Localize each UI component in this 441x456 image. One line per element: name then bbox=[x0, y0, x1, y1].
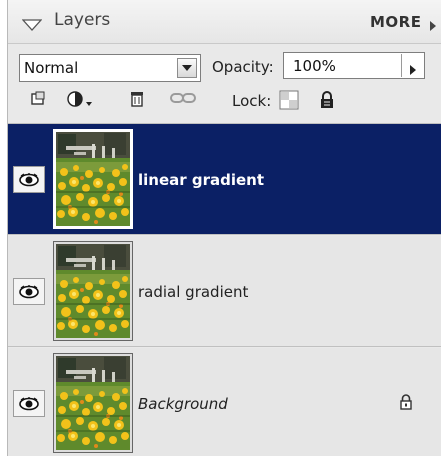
visibility-eye-icon[interactable] bbox=[13, 278, 45, 305]
layer-thumbnail bbox=[53, 241, 133, 341]
opacity-slider-arrow-icon[interactable] bbox=[409, 61, 417, 80]
opacity-label: Opacity: bbox=[212, 58, 274, 76]
adjustment-layer-icon[interactable] bbox=[66, 90, 94, 112]
new-layer-icon[interactable] bbox=[30, 90, 46, 110]
opacity-value: 100% bbox=[293, 57, 336, 75]
visibility-eye-icon[interactable] bbox=[13, 166, 45, 193]
collapse-triangle-icon[interactable] bbox=[21, 16, 43, 35]
layer-row-linear-gradient[interactable]: linear gradient bbox=[8, 124, 441, 235]
opacity-field[interactable]: 100% bbox=[283, 52, 425, 79]
layer-thumbnail bbox=[53, 353, 133, 453]
panel-title: Layers bbox=[54, 10, 111, 30]
lock-icon bbox=[399, 393, 413, 415]
blend-mode-select[interactable]: Normal bbox=[19, 54, 201, 82]
link-layers-icon[interactable] bbox=[169, 90, 197, 110]
more-button[interactable]: MORE bbox=[370, 13, 421, 31]
layer-row-background[interactable]: Background bbox=[8, 348, 441, 456]
more-arrow-icon[interactable] bbox=[429, 17, 437, 36]
opacity-divider bbox=[401, 54, 402, 77]
lock-label: Lock: bbox=[232, 92, 272, 110]
lock-transparency-icon[interactable] bbox=[279, 90, 299, 114]
layer-name: radial gradient bbox=[138, 283, 249, 301]
lock-all-icon[interactable] bbox=[319, 90, 335, 114]
layer-name: linear gradient bbox=[138, 171, 265, 189]
visibility-eye-icon[interactable] bbox=[13, 390, 45, 417]
layer-row-radial-gradient[interactable]: radial gradient bbox=[8, 236, 441, 347]
layer-name: Background bbox=[138, 395, 228, 413]
layer-thumbnail bbox=[53, 129, 133, 229]
chevron-down-icon[interactable] bbox=[177, 58, 197, 78]
blend-mode-value: Normal bbox=[24, 59, 79, 77]
panel-header: Layers MORE bbox=[8, 0, 441, 44]
layers-panel: Layers MORE Normal Opacity: 100% Lock: l… bbox=[7, 0, 441, 456]
delete-layer-icon[interactable] bbox=[128, 90, 146, 112]
